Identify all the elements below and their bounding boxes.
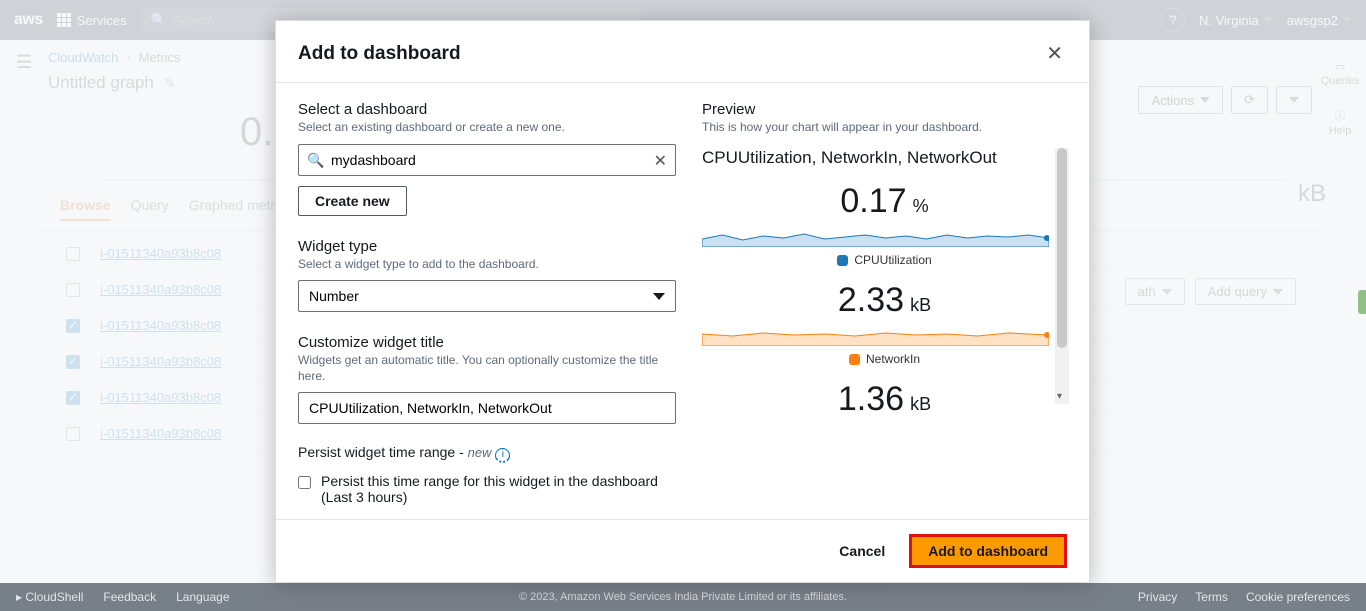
legend-swatch [849,354,860,365]
customize-title-help: Widgets get an automatic title. You can … [298,353,676,384]
persist-checkbox-row[interactable]: Persist this time range for this widget … [298,473,676,505]
persist-checkbox[interactable] [298,475,311,490]
terms-link[interactable]: Terms [1195,590,1228,604]
netout-value: 1.36 [838,380,904,419]
preview-widget-netin: 2.33 kB NetworkIn [702,281,1067,366]
widget-type-help: Select a widget type to add to the dashb… [298,257,676,273]
close-button[interactable]: ✕ [1046,41,1063,66]
preview-widget-cpu: 0.17% CPUUtilization [702,182,1067,267]
netout-unit: kB [910,394,931,415]
add-to-dashboard-button[interactable]: Add to dashboard [909,534,1067,568]
widget-type-value: Number [309,288,359,304]
widget-title-input[interactable] [298,392,676,424]
persist-checkbox-label: Persist this time range for this widget … [321,473,676,505]
preview-panel: CPUUtilization, NetworkIn, NetworkOut 0.… [702,148,1067,419]
netin-value: 2.33 [838,281,904,320]
copyright: © 2023, Amazon Web Services India Privat… [519,591,847,603]
netin-unit: kB [910,295,931,316]
preview-label: Preview [702,101,1067,118]
widget-type-select[interactable]: Number [298,280,676,312]
modal-title: Add to dashboard [298,43,461,65]
select-dashboard-label: Select a dashboard [298,101,676,118]
dashboard-search-input[interactable] [298,144,676,176]
language-selector[interactable]: Language [176,590,229,604]
cloudshell-button[interactable]: ▸ CloudShell [16,590,83,604]
cpu-unit: % [913,196,929,217]
cookie-link[interactable]: Cookie preferences [1246,590,1350,604]
netin-legend: NetworkIn [866,352,920,366]
cpu-sparkline [702,225,1049,247]
new-badge: new [468,445,492,460]
persist-label: Persist widget time range - [298,444,468,460]
netin-sparkline [702,324,1049,346]
chart-title: CPUUtilization, NetworkIn, NetworkOut [702,148,1067,168]
widget-type-label: Widget type [298,238,676,255]
cancel-button[interactable]: Cancel [829,535,895,567]
scroll-down-icon[interactable]: ▾ [1057,391,1062,402]
close-icon: ✕ [1046,43,1063,65]
search-icon: 🔍 [307,152,324,169]
cpu-value: 0.17 [840,182,906,221]
customize-title-label: Customize widget title [298,334,676,351]
privacy-link[interactable]: Privacy [1138,590,1177,604]
clear-icon[interactable]: ✕ [654,151,667,171]
add-to-dashboard-modal: Add to dashboard ✕ Select a dashboard Se… [275,20,1090,583]
preview-scrollbar[interactable]: ▾ [1055,148,1069,404]
preview-help: This is how your chart will appear in yo… [702,120,1067,134]
caret-down-icon [653,293,665,300]
scrollbar-thumb[interactable] [1057,148,1067,348]
footer: ▸ CloudShell Feedback Language © 2023, A… [0,583,1366,611]
legend-swatch [837,255,848,266]
cpu-legend: CPUUtilization [854,253,931,267]
info-icon[interactable]: i [495,448,510,463]
feedback-link[interactable]: Feedback [103,590,156,604]
select-dashboard-help: Select an existing dashboard or create a… [298,120,676,136]
preview-widget-netout: 1.36 kB [702,380,1067,419]
create-new-button[interactable]: Create new [298,186,407,216]
